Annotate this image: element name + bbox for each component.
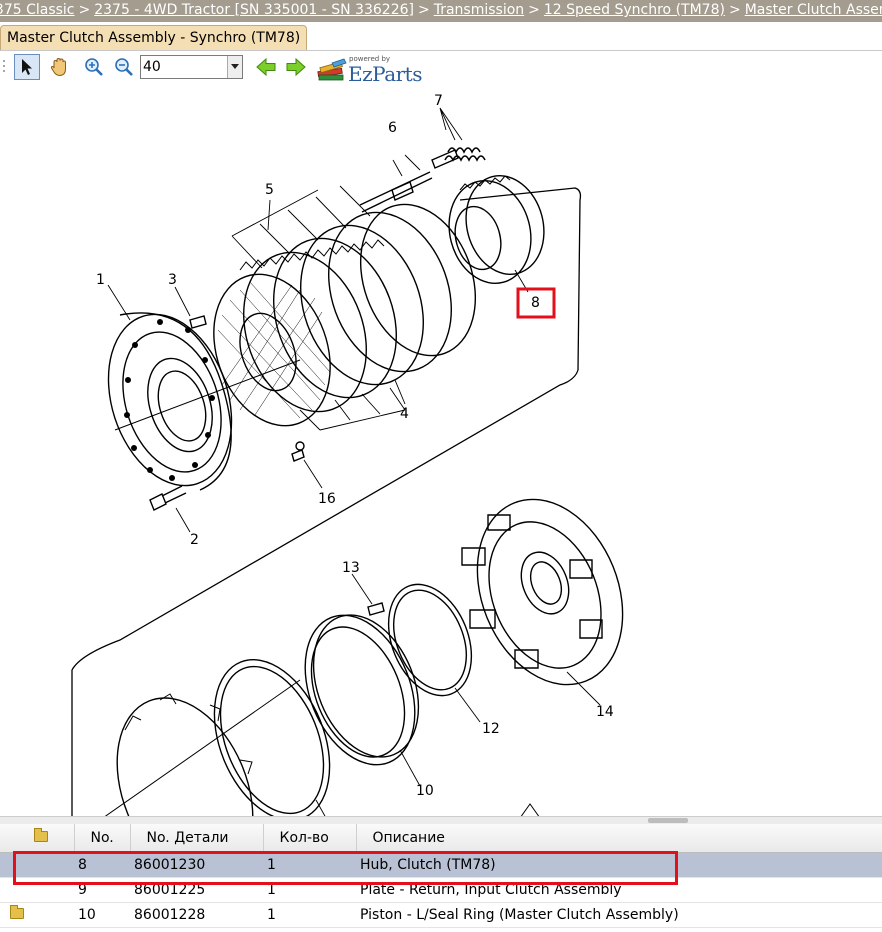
callout-10[interactable]: 10	[416, 783, 434, 799]
column-header-quantity[interactable]: Кол-во	[263, 824, 357, 853]
breadcrumb-separator: >	[78, 2, 91, 18]
part-14-piston-housing[interactable]	[451, 478, 649, 707]
folder-icon[interactable]	[10, 905, 24, 919]
breadcrumb-link-transmission[interactable]: Transmission	[434, 2, 524, 18]
zoom-in-button[interactable]	[81, 54, 107, 80]
breadcrumb-separator: >	[417, 2, 430, 18]
callout-5[interactable]: 5	[265, 182, 274, 198]
part-7-springs[interactable]	[439, 107, 486, 162]
scrollbar-thumb[interactable]	[648, 818, 688, 823]
table-row[interactable]: 10 86001228 1 Piston - L/Seal Ring (Mast…	[0, 902, 882, 928]
books-icon	[317, 58, 347, 81]
callout-1[interactable]: 1	[96, 272, 105, 288]
zoom-out-button[interactable]	[111, 54, 137, 80]
callout-12[interactable]: 12	[482, 721, 500, 737]
callout-8[interactable]: 8	[531, 295, 540, 311]
column-header-part-number[interactable]: No. Детали	[130, 824, 264, 853]
breadcrumb-separator: >	[728, 2, 741, 18]
tab-master-clutch[interactable]: Master Clutch Assembly - Synchro (TM78)	[0, 25, 308, 50]
breadcrumb-link-model[interactable]: 2375 Classic	[0, 2, 75, 18]
zoom-level-input[interactable]	[143, 57, 223, 77]
row-icon-cell[interactable]	[0, 902, 74, 928]
breadcrumb-separator: >	[528, 2, 540, 18]
part-8-hub[interactable]	[438, 167, 555, 293]
part-13-pin[interactable]	[351, 573, 385, 616]
toolbar	[0, 52, 882, 84]
exploded-view-drawing: 1 2 3 4 5 6 7 8 10 12 13 14 16	[71, 93, 649, 818]
part-10-piston[interactable]	[284, 599, 438, 787]
selected-row-highlight	[13, 851, 678, 885]
pan-tool-button[interactable]	[46, 54, 72, 80]
callout-13[interactable]: 13	[342, 560, 360, 576]
column-header-no[interactable]: No.	[74, 824, 131, 853]
tab-bar: Master Clutch Assembly - Synchro (TM78)	[0, 22, 882, 51]
breadcrumb: 2375 Classic>2375 - 4WD Tractor [SN 3350…	[0, 0, 882, 22]
part-3-dowel[interactable]	[189, 315, 207, 329]
parts-diagram[interactable]: 1 2 3 4 5 6 7 8 10 12 13 14 16	[0, 86, 882, 818]
callout-16[interactable]: 16	[318, 491, 336, 507]
part-4-5-clutch-discs[interactable]	[194, 185, 496, 442]
back-button[interactable]	[253, 54, 279, 80]
cursor-arrow-icon	[22, 59, 32, 75]
part-16-fastener[interactable]	[291, 441, 305, 462]
part-2-bolt[interactable]	[149, 485, 187, 511]
breadcrumb-link-tractor[interactable]: 2375 - 4WD Tractor [SN 335001 - SN 33622…	[94, 2, 414, 18]
column-header-icon[interactable]	[0, 824, 75, 853]
callout-14[interactable]: 14	[596, 704, 614, 720]
folder-icon	[34, 828, 48, 842]
callout-6[interactable]: 6	[388, 120, 397, 136]
part-12-seal-ring[interactable]	[373, 572, 487, 723]
breadcrumb-link-clutch[interactable]: Master Clutch Assembly - Synchro (TM78)	[745, 2, 882, 18]
arrow-right-icon	[286, 57, 306, 77]
part-1-plate[interactable]	[88, 298, 301, 501]
column-header-description[interactable]: Описание	[356, 824, 882, 853]
callout-3[interactable]: 3	[168, 272, 177, 288]
part-6-pins[interactable]	[359, 149, 459, 213]
forward-button[interactable]	[283, 54, 309, 80]
breadcrumb-link-synchro[interactable]: 12 Speed Synchro (TM78)	[544, 2, 725, 18]
zoom-out-icon	[115, 58, 133, 76]
arrow-left-icon	[256, 57, 276, 77]
table-header-row: No. No. Детали Кол-во Описание	[0, 824, 882, 853]
toolbar-grip	[0, 54, 8, 80]
row-description: Piston - L/Seal Ring (Master Clutch Asse…	[356, 902, 882, 928]
callout-4[interactable]: 4	[400, 406, 409, 422]
row-no: 10	[74, 902, 130, 928]
zoom-in-icon	[85, 58, 103, 76]
hand-icon	[50, 57, 66, 77]
callout-2[interactable]: 2	[190, 532, 199, 548]
row-part-number: 86001228	[130, 902, 263, 928]
part-9-return-plate[interactable]	[92, 643, 541, 818]
row-quantity: 1	[263, 902, 356, 928]
pointer-tool-button[interactable]	[14, 54, 40, 80]
chevron-down-icon[interactable]	[227, 56, 242, 78]
logo-text: EzParts	[348, 62, 422, 86]
callout-7[interactable]: 7	[434, 93, 443, 109]
zoom-level-select[interactable]	[140, 55, 243, 79]
